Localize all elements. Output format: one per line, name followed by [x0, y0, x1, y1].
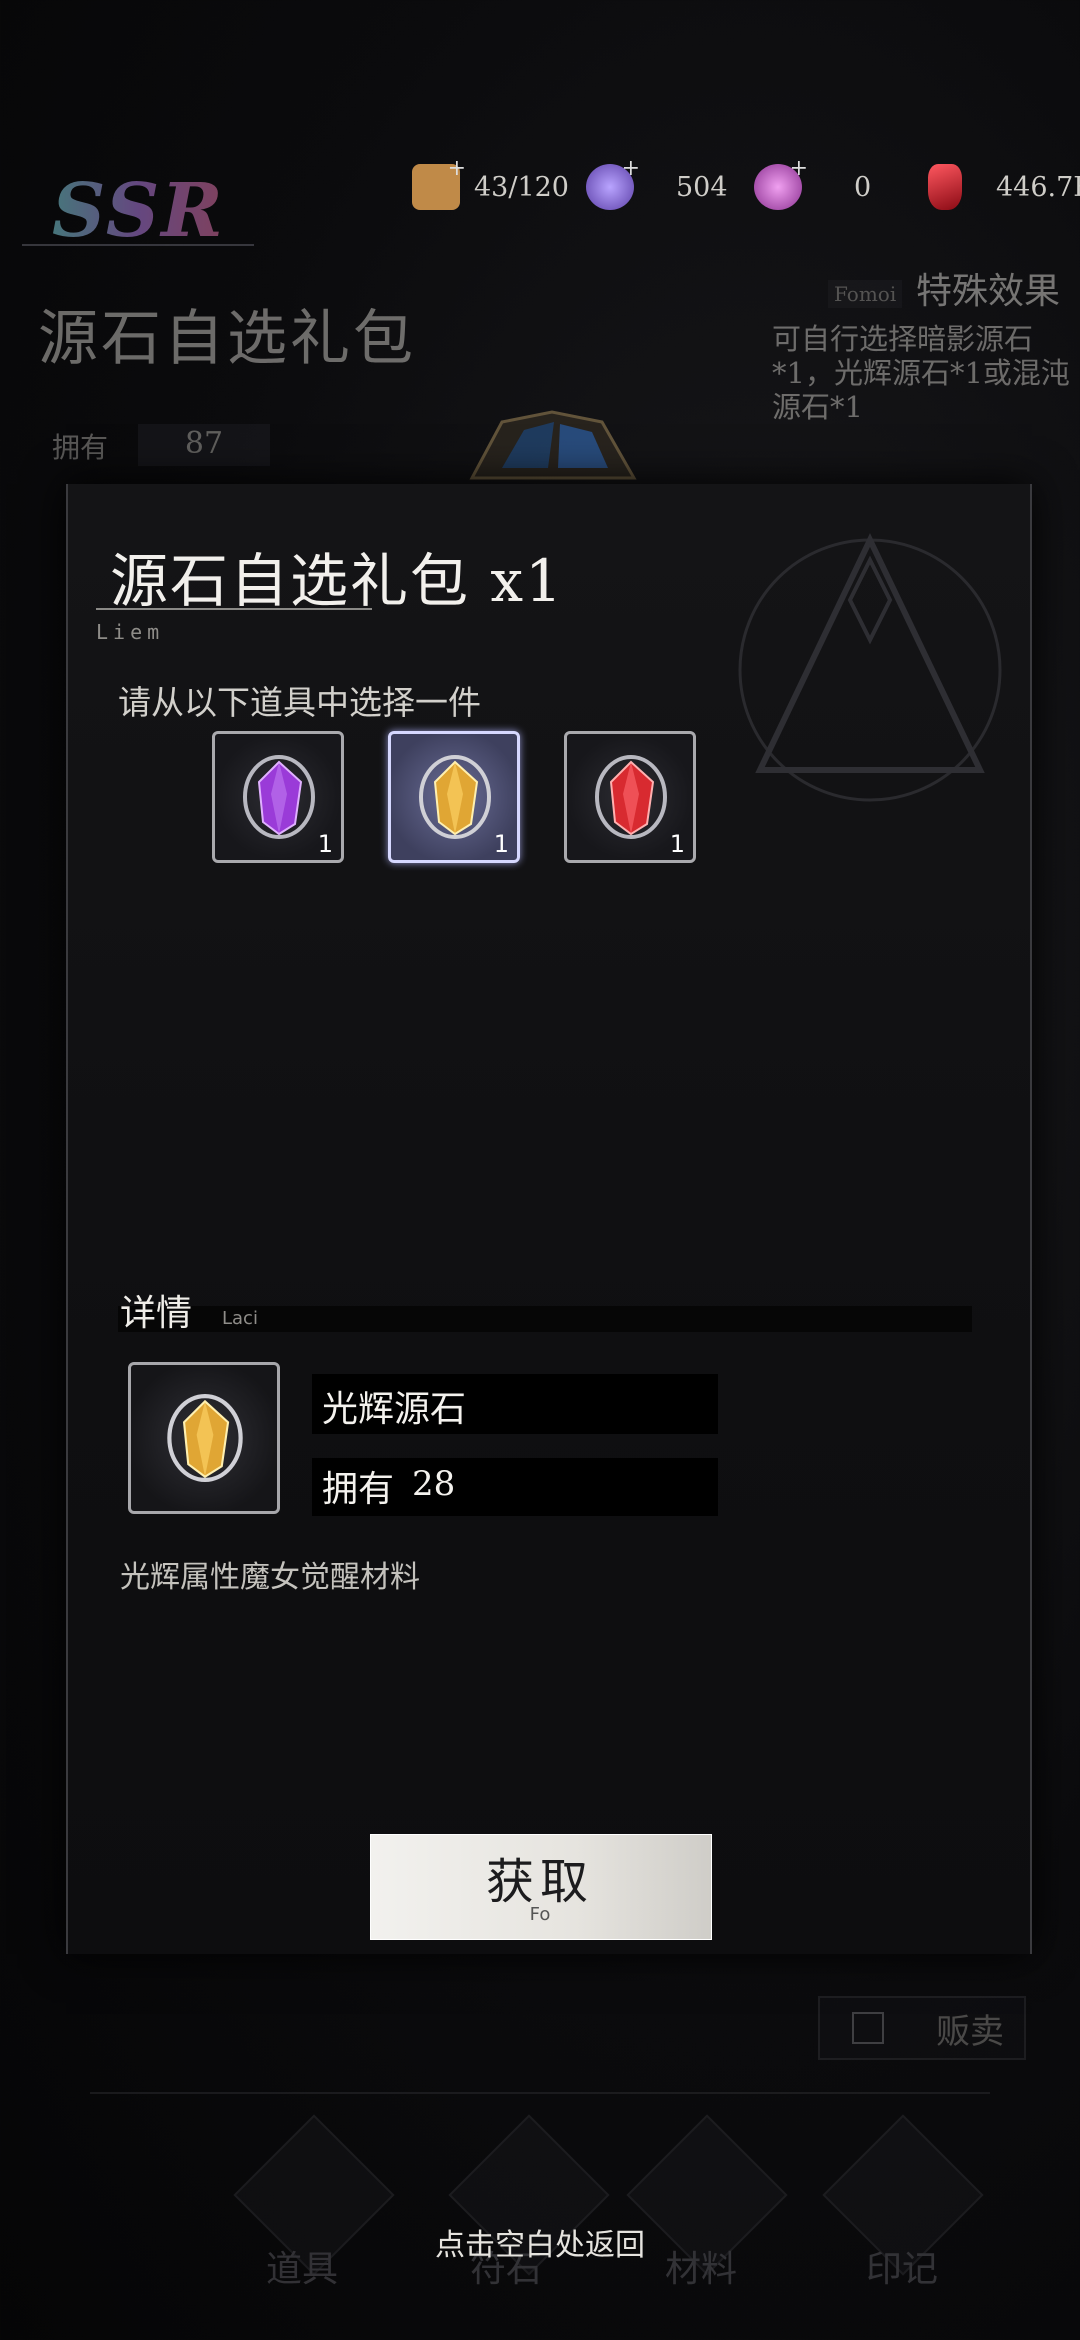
logo-underline: [22, 244, 254, 246]
plus-icon: +: [789, 156, 808, 181]
special-effect-title: 特殊效果: [916, 271, 1061, 312]
resource-value: 446.7K: [996, 171, 1080, 203]
option-quantity: 1: [317, 830, 333, 858]
acquire-button-sublabel: Fo: [529, 1904, 551, 1925]
item-description: 光辉属性魔女觉醒材料: [120, 1560, 420, 1595]
chaos-stone-icon: [595, 755, 667, 839]
plus-icon: +: [447, 156, 466, 181]
pink-orb-icon: +: [754, 156, 808, 210]
shadow-stone-icon: [243, 755, 315, 839]
red-crystal-icon: [928, 164, 962, 210]
special-effect-description: 可自行选择暗影源石*1，光辉源石*1或混沌源石*1: [772, 322, 1070, 424]
owned-label: 拥有: [52, 431, 109, 464]
resource-ticket[interactable]: + 43/120: [412, 156, 569, 210]
emblem-decoration-icon: [738, 533, 1002, 802]
option-chaos-stone[interactable]: 1: [564, 731, 696, 863]
resource-value: 43/120: [474, 171, 569, 203]
dialog-title: 源石自选礼包 x1: [110, 547, 565, 615]
acquire-button-label: 获取: [485, 1854, 594, 1910]
ticket-icon: +: [412, 156, 466, 210]
tab-divider: [90, 2092, 990, 2094]
resource-pink-orb[interactable]: + 0: [754, 156, 872, 210]
title-underline: [96, 608, 372, 610]
selected-item-preview: [128, 1362, 280, 1514]
radiant-stone-icon: [167, 1394, 243, 1482]
rarity-logo: SSR: [52, 168, 225, 254]
detail-label: 详情: [120, 1293, 193, 1334]
resource-purple-orb[interactable]: + 504: [586, 156, 728, 210]
radiant-stone-icon: [419, 755, 491, 839]
option-quantity: 1: [493, 830, 509, 858]
choose-prompt: 请从以下道具中选择一件: [118, 683, 481, 722]
resource-value: 0: [854, 171, 872, 203]
detail-sublabel: Laci: [222, 1308, 258, 1329]
background-item-title: 源石自选礼包: [38, 304, 416, 374]
resource-red-crystal: 446.7K: [928, 164, 1080, 210]
resource-value: 504: [676, 171, 728, 203]
item-owned-value: 28: [412, 1464, 456, 1504]
plus-icon: +: [621, 156, 640, 181]
dialog-subtitle: Liem: [96, 620, 165, 644]
sell-label: 贩卖: [936, 2012, 1004, 2052]
option-radiant-stone[interactable]: 1: [388, 731, 520, 863]
sell-checkbox[interactable]: [852, 2012, 884, 2044]
tap-to-return-hint[interactable]: 点击空白处返回: [0, 2220, 1080, 2264]
owned-value: 87: [184, 426, 224, 461]
option-shadow-stone[interactable]: 1: [212, 731, 344, 863]
special-effect-tag: Fomoi: [828, 280, 903, 308]
gift-chest-icon: [469, 410, 637, 480]
purple-orb-icon: +: [586, 156, 640, 210]
option-quantity: 1: [669, 830, 685, 858]
item-name: 光辉源石: [322, 1389, 467, 1430]
item-owned-label: 拥有: [322, 1469, 395, 1510]
